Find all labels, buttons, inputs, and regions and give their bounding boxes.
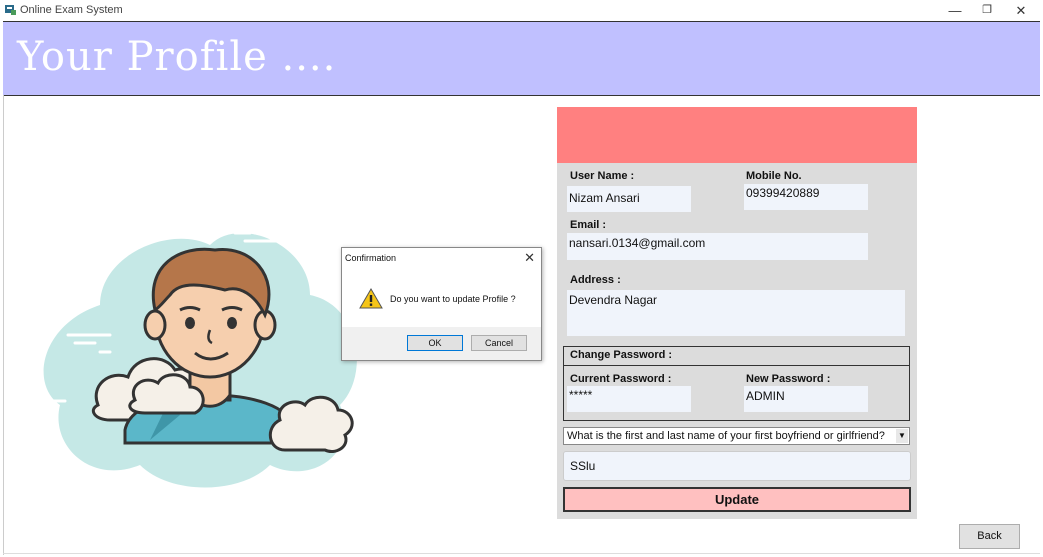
page-title: Your Profile ....	[17, 34, 337, 80]
change-password-divider	[564, 365, 909, 366]
user-name-field[interactable]: Nizam Ansari	[567, 186, 691, 212]
restore-button[interactable]: ❐	[972, 0, 1002, 21]
dialog-close-button[interactable]: ✕	[524, 250, 535, 266]
confirmation-dialog: Confirmation ✕ Do you want to update Pro…	[341, 247, 542, 361]
close-window-button[interactable]: ✕	[1006, 0, 1036, 21]
minimize-button[interactable]: —	[940, 0, 970, 21]
app-icon	[5, 5, 16, 15]
window-title: Online Exam System	[20, 4, 123, 16]
new-password-field[interactable]: ADMIN	[744, 386, 868, 412]
ok-button[interactable]: OK	[407, 335, 463, 351]
panel-header	[557, 107, 917, 163]
frame-border-bottom	[3, 553, 1040, 554]
dialog-footer: OK Cancel	[342, 327, 541, 360]
email-label: Email :	[570, 219, 607, 231]
page-header-banner: Your Profile ....	[3, 21, 1040, 96]
back-button[interactable]: Back	[959, 524, 1020, 549]
security-question-value: What is the first and last name of your …	[567, 430, 885, 442]
frame-border-left	[3, 95, 4, 555]
dropdown-arrow-icon[interactable]: ▼	[896, 429, 908, 443]
email-field[interactable]: nansari.0134@gmail.com	[567, 233, 868, 260]
dialog-message: Do you want to update Profile ?	[390, 294, 516, 304]
new-password-label: New Password :	[746, 373, 831, 385]
address-label: Address :	[570, 274, 621, 286]
current-password-field[interactable]: *****	[567, 386, 691, 412]
mobile-label: Mobile No.	[746, 170, 802, 182]
address-field[interactable]: Devendra Nagar	[567, 290, 905, 336]
security-question-select[interactable]: What is the first and last name of your …	[563, 427, 910, 445]
avatar-illustration	[43, 231, 357, 488]
mobile-field[interactable]: 09399420889	[744, 184, 868, 210]
change-password-label: Change Password :	[570, 349, 673, 361]
warning-icon	[359, 288, 383, 309]
title-bar: Online Exam System — ❐ ✕	[0, 0, 1043, 21]
cancel-button[interactable]: Cancel	[471, 335, 527, 351]
user-name-label: User Name :	[570, 170, 635, 182]
update-button[interactable]: Update	[563, 487, 911, 512]
dialog-title: Confirmation	[345, 253, 397, 263]
change-password-box: Change Password : Current Password : ***…	[563, 346, 910, 421]
profile-form-panel: User Name : Nizam Ansari Mobile No. 0939…	[557, 107, 917, 519]
current-password-label: Current Password :	[570, 373, 672, 385]
security-answer-field[interactable]: SSlu	[563, 451, 911, 481]
